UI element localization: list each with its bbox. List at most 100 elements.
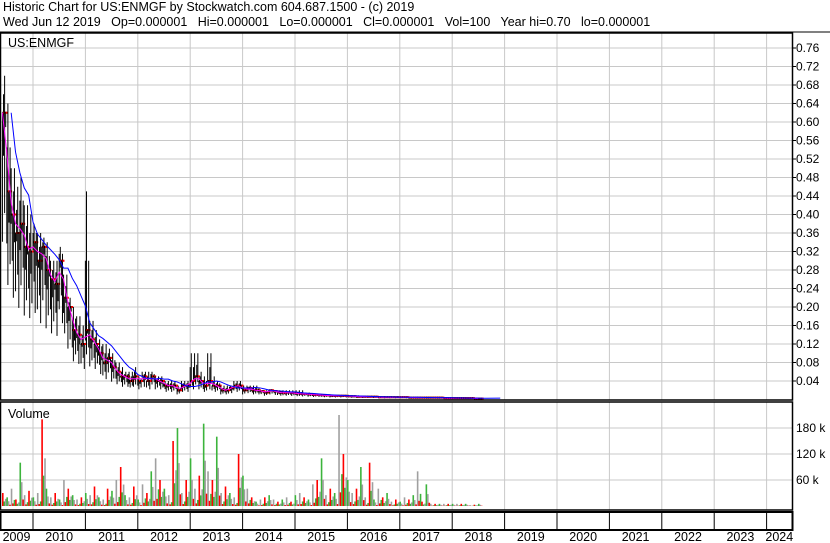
volume-bar (339, 492, 342, 506)
volume-bar (220, 493, 222, 506)
volume-bar (77, 505, 80, 506)
volume-bar (141, 484, 144, 506)
volume-bar (310, 505, 313, 506)
volume-bar (96, 495, 99, 506)
volume-bar (249, 499, 252, 506)
volume-bar (98, 497, 100, 506)
volume-bar (330, 499, 333, 506)
year-label: 2023 (726, 530, 754, 543)
volume-bar (275, 503, 278, 506)
volume-bar (360, 467, 362, 506)
volume-bar (469, 505, 471, 506)
volume-bar (357, 499, 359, 506)
volume-bar (103, 505, 106, 506)
volume-bar (67, 488, 70, 506)
stock-chart-window: Historic Chart for US:ENMGF by Stockwatc… (0, 0, 830, 543)
volume-bar (264, 497, 266, 506)
volume-bar (185, 480, 187, 506)
volume-bar (435, 505, 438, 506)
volume-bar (45, 488, 48, 506)
volume-bar (181, 493, 183, 506)
volume-bar (272, 499, 275, 506)
volume-bar (445, 505, 448, 506)
volume-bar (376, 505, 378, 506)
volume-bar (4, 498, 7, 506)
volume-bar (395, 499, 397, 506)
price-tick-label: 0.08 (796, 356, 820, 370)
volume-bar (421, 501, 423, 506)
volume-bar (419, 493, 422, 506)
volume-bar (52, 502, 55, 506)
volume-bar (381, 497, 384, 506)
volume-bar (135, 495, 138, 506)
volume-bar (221, 504, 224, 506)
year-label: 2011 (98, 530, 125, 543)
volume-bar (22, 499, 24, 506)
volume-bar (92, 502, 94, 506)
year-label: 2012 (150, 530, 178, 543)
volume-bar (7, 501, 10, 506)
volume-bar (473, 504, 476, 506)
volume-panel-frame (0, 401, 794, 511)
volume-bar (150, 471, 153, 506)
volume-bar (281, 499, 284, 506)
volume-bar (151, 486, 154, 506)
volume-bar (36, 493, 39, 506)
volume-bar (147, 501, 150, 506)
volume-bar (143, 502, 145, 506)
volume-bar (6, 497, 8, 506)
volume-bar (38, 504, 40, 506)
volume-bar (63, 480, 65, 506)
volume-bar (237, 454, 240, 506)
volume-bar (42, 475, 45, 506)
volume-bar (169, 504, 171, 506)
volume-bar (175, 470, 177, 506)
volume-bar (210, 493, 212, 506)
volume-label: Volume (8, 407, 50, 421)
volume-bar (119, 467, 122, 506)
volume-bar (383, 502, 385, 506)
volume-bar (322, 479, 324, 506)
volume-bar (280, 503, 282, 506)
volume-bar (215, 436, 218, 506)
volume-bar (316, 480, 318, 506)
volume-bar (234, 504, 237, 506)
volume-bar (466, 504, 468, 506)
volume-bar (416, 471, 419, 506)
volume-bar (344, 487, 346, 506)
year-label: 2021 (622, 530, 650, 543)
volume-bar (403, 497, 406, 506)
volume-bar (89, 495, 91, 506)
volume-bar (387, 498, 390, 506)
volume-bar (29, 500, 32, 506)
volume-bar (386, 493, 388, 506)
date-axis-band (0, 511, 794, 531)
volume-bar (57, 498, 59, 506)
volume-bar (345, 477, 348, 506)
year-label: 2017 (412, 530, 440, 543)
price-tick-label: 0.72 (796, 60, 820, 74)
volume-bar (114, 503, 116, 506)
volume-bar (253, 501, 256, 506)
volume-bar (259, 499, 262, 506)
volume-bar (68, 499, 71, 506)
volume-bar (368, 462, 371, 506)
volume-bar (87, 504, 90, 506)
volume-bar (377, 488, 380, 506)
volume-bar (428, 502, 431, 506)
volume-bar (266, 501, 269, 506)
volume-bar (112, 497, 115, 506)
volume-bar (20, 482, 23, 506)
volume-bar (409, 503, 412, 506)
volume-bar (140, 505, 142, 506)
volume-bar (477, 503, 480, 506)
volume-bar (41, 419, 43, 506)
volume-bar (70, 496, 73, 506)
volume-bar (335, 498, 337, 506)
volume-bar (463, 504, 466, 506)
volume-bar (230, 498, 233, 506)
volume-bar (413, 500, 416, 506)
volume-bar (157, 489, 160, 506)
volume-bar (44, 458, 46, 506)
price-tick-label: 0.68 (796, 78, 820, 92)
